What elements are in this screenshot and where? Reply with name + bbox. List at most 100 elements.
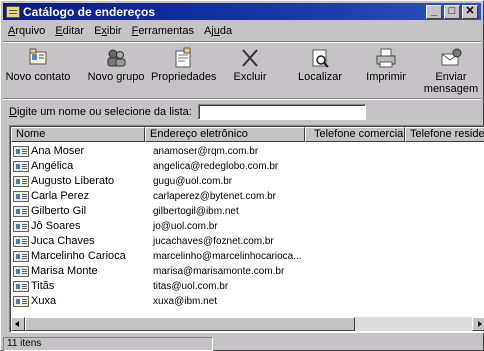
scroll-left-button[interactable] [11, 317, 25, 331]
horizontal-scrollbar[interactable] [11, 317, 484, 331]
column-header-work-phone[interactable]: Telefone comercial [305, 127, 405, 142]
contact-row[interactable]: Juca Chaves jucachaves@foznet.com.br [11, 234, 484, 249]
menu-bar: Arquivo Editar Exibir Ferramentas Ajuda [3, 22, 237, 40]
contact-email: xuxa@ibm.net [153, 296, 218, 307]
scroll-right-button[interactable] [472, 317, 484, 331]
column-header-name[interactable]: Nome [11, 127, 145, 142]
new-group-button[interactable]: Novo grupo [85, 43, 147, 95]
contact-name: Ana Moser [31, 145, 85, 157]
new-contact-button[interactable]: Novo contato [3, 43, 73, 95]
tool-label: Novo contato [5, 71, 71, 83]
contact-card-icon [13, 191, 29, 202]
menu-text: da [219, 25, 233, 37]
contact-name: Xuxa [31, 295, 57, 307]
contact-card-icon [13, 281, 29, 292]
contact-email: gugu@uol.com.br [153, 176, 233, 187]
print-icon [372, 47, 400, 69]
tool-label: Novo grupo [87, 71, 145, 83]
menu-accelerator: E [55, 25, 63, 37]
contact-row[interactable]: Augusto Liberato gugu@uol.com.br [11, 174, 484, 189]
menu-arquivo[interactable]: Arquivo [3, 25, 50, 37]
menu-ferramentas[interactable]: Ferramentas [127, 25, 199, 37]
search-row: Digite um nome ou selecione da lista: [9, 103, 366, 121]
tool-label: Enviar [435, 71, 467, 83]
contact-card-icon [13, 251, 29, 262]
properties-icon [169, 47, 197, 69]
maximize-button[interactable]: □ [444, 4, 460, 19]
send-message-button[interactable]: Enviar mensagem [421, 43, 481, 95]
contact-rows: Ana Moser anamoser@rqm.com.br Angélica ange… [11, 144, 484, 309]
contact-card-icon [13, 146, 29, 157]
contact-row[interactable]: Xuxa xuxa@ibm.net [11, 294, 484, 309]
contact-name: Augusto Liberato [31, 175, 115, 187]
contact-row[interactable]: Marisa Monte marisa@marisamonte.com.br [11, 264, 484, 279]
contact-row[interactable]: Marcelinho Carioca marcelinho@marcelinhoc… [11, 249, 484, 264]
status-item-count: 11 itens [3, 337, 213, 351]
search-input[interactable] [197, 104, 366, 120]
menu-text: rquivo [15, 25, 46, 37]
contact-name: Marisa Monte [31, 265, 98, 277]
menu-text: erramentas [138, 25, 194, 37]
tool-label: Excluir [233, 71, 267, 83]
column-headers: Nome Endereço eletrônico Telefone comerc… [11, 127, 484, 142]
scroll-thumb[interactable] [25, 317, 355, 331]
column-header-email[interactable]: Endereço eletrônico [145, 127, 305, 142]
toolbar: Novo contato Novo grupo Propriedades Exc… [3, 43, 481, 97]
contact-card-icon [13, 206, 29, 217]
contact-name: Marcelinho Carioca [31, 250, 126, 262]
contact-email: jo@uol.com.br [153, 221, 218, 232]
contact-email: gilbertogil@ibm.net [153, 206, 239, 217]
contact-card-icon [13, 221, 29, 232]
contact-card-icon [13, 176, 29, 187]
new-contact-icon [24, 47, 52, 69]
status-bar: 11 itens [3, 337, 481, 351]
menu-text: ditar [62, 25, 85, 37]
contact-email: anamoser@rqm.com.br [153, 146, 259, 157]
contact-email: marisa@marisamonte.com.br [153, 266, 285, 277]
close-button[interactable]: ✕ [462, 4, 478, 19]
tool-label: Propriedades [151, 71, 217, 83]
contact-name: Juca Chaves [31, 235, 95, 247]
tool-label: Localizar [297, 71, 343, 83]
minimize-button[interactable]: _ [426, 4, 442, 19]
title-bar[interactable]: Catálogo de endereços _ □ ✕ [3, 3, 481, 20]
tool-label-line2: mensagem [423, 83, 479, 95]
search-label-accelerator: D [9, 106, 17, 118]
contact-row[interactable]: Titãs titas@uol.com.br [11, 279, 484, 294]
contact-name-cell: Juca Chaves [13, 234, 95, 249]
contact-card-icon [13, 266, 29, 277]
properties-button[interactable]: Propriedades [151, 43, 217, 95]
menu-text: ibir [106, 25, 122, 37]
contacts-list[interactable]: Nome Endereço eletrônico Telefone comerc… [9, 125, 484, 333]
toolbar-divider [3, 98, 481, 100]
contact-name: Titãs [31, 280, 55, 292]
contact-row[interactable]: Carla Perez carlaperez@bytenet.com.br [11, 189, 484, 204]
contact-name: Carla Perez [31, 190, 90, 202]
window-title: Catálogo de endereços [23, 4, 156, 19]
contact-name-cell: Ana Moser [13, 144, 84, 159]
new-group-icon [102, 47, 130, 69]
contact-email: angelica@redeglobo.com.br [153, 161, 279, 172]
menu-exibir[interactable]: Exibir [89, 25, 127, 37]
print-button[interactable]: Imprimir [359, 43, 413, 95]
column-header-home-phone[interactable]: Telefone residen [405, 127, 484, 142]
menu-editar[interactable]: Editar [50, 25, 89, 37]
contact-row[interactable]: Ana Moser anamoser@rqm.com.br [11, 144, 484, 159]
contact-name-cell: Gilberto Gil [13, 204, 86, 219]
contact-row[interactable]: Jô Soares jo@uol.com.br [11, 219, 484, 234]
contact-row[interactable]: Gilberto Gil gilbertogil@ibm.net [11, 204, 484, 219]
menu-ajuda[interactable]: Ajuda [199, 25, 237, 37]
contact-name: Jô Soares [31, 220, 81, 232]
delete-button[interactable]: Excluir [225, 43, 275, 95]
contact-name-cell: Augusto Liberato [13, 174, 114, 189]
find-icon [306, 47, 334, 69]
contact-row[interactable]: Angélica angelica@redeglobo.com.br [11, 159, 484, 174]
contact-name: Gilberto Gil [31, 205, 87, 217]
delete-icon [236, 47, 264, 69]
find-button[interactable]: Localizar [291, 43, 349, 95]
tool-label: Imprimir [366, 71, 406, 83]
contact-name-cell: Marisa Monte [13, 264, 98, 279]
contact-card-icon [13, 236, 29, 247]
menu-text: Aj [203, 25, 214, 37]
contact-name: Angélica [31, 160, 74, 172]
